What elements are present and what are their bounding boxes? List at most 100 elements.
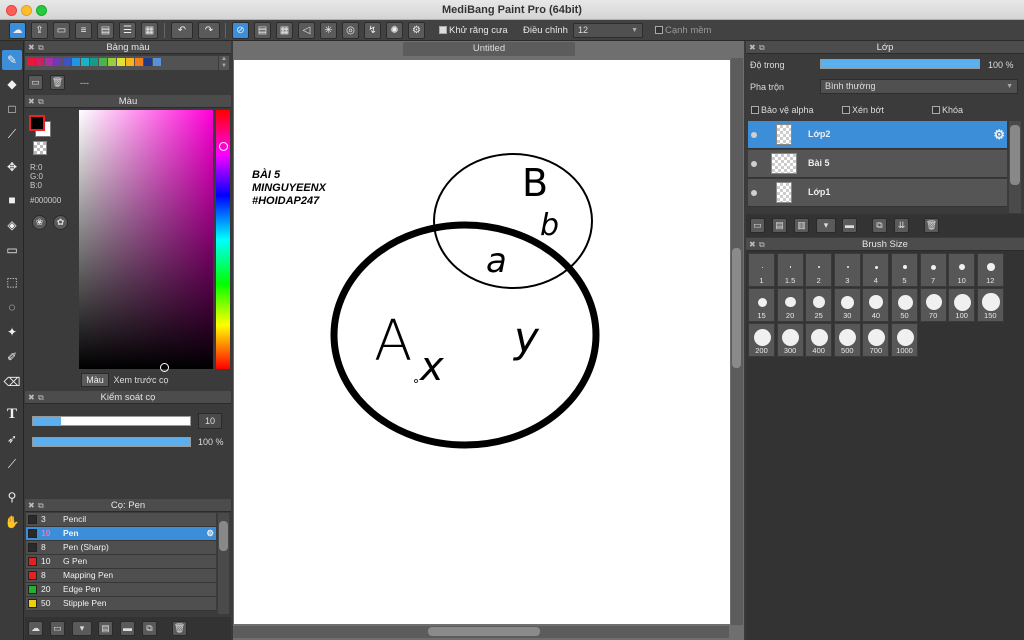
brush-size-preset[interactable]: 12 — [976, 253, 1004, 287]
snap-off-icon[interactable]: ⊘ — [232, 22, 249, 39]
comment-icon[interactable]: ▭ — [53, 22, 70, 39]
snap-parallel-icon[interactable]: ▤ — [254, 22, 271, 39]
popout-icon[interactable]: ⧉ — [759, 41, 765, 54]
brush-size-preset[interactable]: 70 — [919, 288, 947, 322]
palette-swatch[interactable] — [99, 58, 107, 66]
palette-swatch[interactable] — [108, 58, 116, 66]
layer-row[interactable]: Lớp1 — [748, 179, 1007, 207]
palette-swatch[interactable] — [153, 58, 161, 66]
add-brush-menu-icon[interactable]: ▾ — [72, 621, 92, 636]
transparent-color-swatch[interactable] — [33, 141, 47, 155]
move-tool-icon[interactable]: ✥ — [2, 157, 22, 177]
brush-item[interactable]: 8 Pen (Sharp) — [26, 541, 216, 555]
close-icon[interactable]: ✖ — [28, 391, 35, 404]
brush-size-preset[interactable]: 3 — [833, 253, 861, 287]
eraser-tool-icon[interactable]: ◆ — [2, 74, 22, 94]
new-brush-icon[interactable]: ▭ — [50, 621, 65, 636]
brush-item[interactable]: 20 Edge Pen — [26, 583, 216, 597]
new-halftone-layer-icon[interactable]: ▤ — [772, 218, 787, 233]
hand-tool-icon[interactable]: ✋ — [2, 512, 22, 532]
brush-item[interactable]: 50 Stipple Pen — [26, 597, 216, 611]
layer-row[interactable]: Bài 5 — [748, 150, 1007, 178]
snap-perspective-icon[interactable]: ◁ — [298, 22, 315, 39]
brush-opacity-slider[interactable] — [32, 437, 191, 447]
operation-tool-icon[interactable]: ➶ — [2, 429, 22, 449]
tab-brush-preview[interactable]: Xem trước cọ — [110, 373, 172, 387]
brush-size-preset[interactable]: 700 — [862, 323, 890, 357]
palette-swatch[interactable] — [36, 58, 44, 66]
brush-size-preset[interactable]: 5 — [891, 253, 918, 287]
delete-palette-icon[interactable]: 🗑 — [50, 75, 65, 90]
magic-wand-tool-icon[interactable]: ✦ — [2, 322, 22, 342]
folder-icon[interactable]: ▬ — [842, 218, 857, 233]
add-layer-menu-icon[interactable]: ▾ — [816, 218, 836, 233]
canvas-paper[interactable]: BÀI 5 MINGUYEENX #HOIDAP247 B b a A x y — [234, 60, 730, 624]
close-icon[interactable]: ✖ — [749, 41, 756, 54]
undo-icon[interactable]: ↶ — [171, 22, 193, 39]
visibility-icon[interactable] — [751, 190, 757, 196]
brush-size-preset[interactable]: 1.5 — [776, 253, 804, 287]
palette-swatch[interactable] — [63, 58, 71, 66]
new-palette-icon[interactable]: ▭ — [28, 75, 43, 90]
brush-size-preset[interactable]: 15 — [748, 288, 775, 322]
snap-curve-icon[interactable]: ↯ — [364, 22, 381, 39]
scrollbar-thumb[interactable] — [732, 248, 741, 368]
saturation-value-picker[interactable] — [79, 110, 213, 369]
palette-swatch[interactable] — [54, 58, 62, 66]
brush-size-preset[interactable]: 400 — [805, 323, 833, 357]
snap-grid-icon[interactable]: ▦ — [276, 22, 293, 39]
delete-brush-icon[interactable]: 🗑 — [172, 621, 187, 636]
canvas-horizontal-scrollbar[interactable] — [233, 626, 729, 638]
palette-swatch[interactable] — [135, 58, 143, 66]
brush-size-preset[interactable]: 150 — [976, 288, 1004, 322]
redo-icon[interactable]: ↷ — [198, 22, 220, 39]
brush-size-preset[interactable]: 100 — [948, 288, 976, 322]
brush-size-value[interactable]: 10 — [198, 413, 222, 429]
canvas-vertical-scrollbar[interactable] — [731, 58, 743, 625]
shape-tool-icon[interactable]: ⟋ — [2, 124, 22, 144]
brush-size-preset[interactable]: 1000 — [891, 323, 918, 357]
scrollbar-thumb[interactable] — [219, 521, 228, 551]
palette-swatch[interactable] — [81, 58, 89, 66]
visibility-icon[interactable] — [751, 132, 757, 138]
snap-settings-icon[interactable]: ✺ — [386, 22, 403, 39]
brush-size-preset[interactable]: 2 — [805, 253, 833, 287]
popout-icon[interactable]: ⧉ — [759, 238, 765, 251]
brush-item-selected[interactable]: 10 Pen ⚙ — [26, 527, 216, 541]
gear-icon[interactable]: ⚙ — [993, 127, 1005, 143]
cloud-icon[interactable]: ☁ — [9, 22, 26, 39]
palette-swatch[interactable] — [45, 58, 53, 66]
document-tab[interactable]: Untitled — [403, 42, 575, 56]
brush-settings-icon[interactable]: ▤ — [98, 621, 113, 636]
duplicate-brush-icon[interactable]: ⧉ — [142, 621, 157, 636]
delete-layer-icon[interactable]: 🗑 — [924, 218, 939, 233]
fill-rect-tool-icon[interactable]: ■ — [2, 190, 22, 210]
brush-size-preset[interactable]: 40 — [862, 288, 890, 322]
lasso-tool-icon[interactable]: ◌ — [2, 297, 22, 317]
gear-icon[interactable]: ⚙ — [408, 22, 425, 39]
close-icon[interactable]: ✖ — [28, 499, 35, 512]
popout-icon[interactable]: ⧉ — [38, 95, 44, 108]
select-pen-tool-icon[interactable]: ✐ — [2, 347, 22, 367]
gradient-tool-icon[interactable]: ▭ — [2, 240, 22, 260]
new-layer-icon[interactable]: ▭ — [750, 218, 765, 233]
brush-size-preset[interactable]: 200 — [748, 323, 775, 357]
brush-item[interactable]: 10 G Pen — [26, 555, 216, 569]
folder-icon[interactable]: ▬ — [120, 621, 135, 636]
divide-tool-icon[interactable]: ⟋ — [2, 454, 22, 474]
brush-tool-icon[interactable]: ✎ — [2, 50, 22, 70]
layer-opacity-slider[interactable] — [820, 59, 980, 69]
popout-icon[interactable]: ⧉ — [38, 391, 44, 404]
palette-swatch[interactable] — [90, 58, 98, 66]
brush-item[interactable]: 3 Pencil — [26, 513, 216, 527]
brush-size-slider[interactable] — [32, 416, 191, 426]
bucket-tool-icon[interactable]: ◈ — [2, 215, 22, 235]
color-picker-icon[interactable]: ✿ — [53, 215, 68, 230]
brush-size-preset[interactable]: 50 — [891, 288, 918, 322]
foreground-color-swatch[interactable] — [29, 115, 45, 131]
brush-size-preset[interactable]: 20 — [776, 288, 804, 322]
dot-tool-icon[interactable]: □ — [2, 99, 22, 119]
popout-icon[interactable]: ⧉ — [38, 499, 44, 512]
list-icon[interactable]: ☰ — [119, 22, 136, 39]
snap-radial-icon[interactable]: ✳ — [320, 22, 337, 39]
